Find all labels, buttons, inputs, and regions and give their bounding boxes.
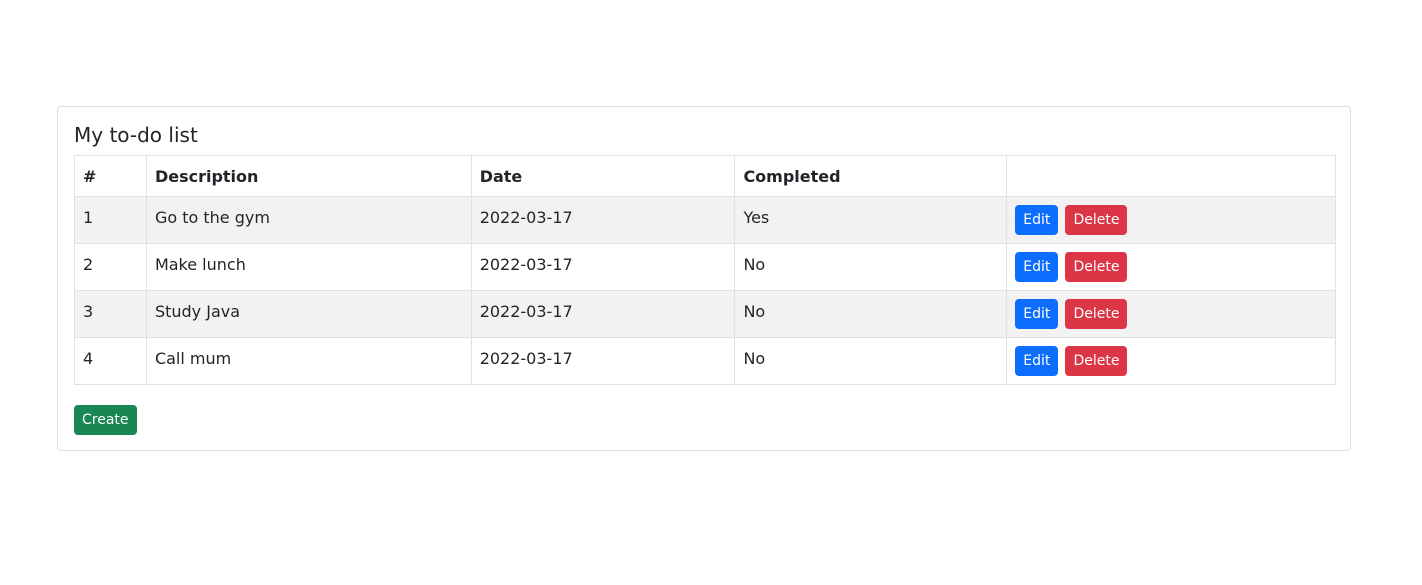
row-actions: Edit Delete	[1006, 337, 1336, 385]
delete-button[interactable]: Delete	[1065, 346, 1128, 376]
row-completed: No	[734, 290, 1008, 338]
header-number: #	[74, 155, 147, 197]
table-row: 2 Make lunch 2022-03-17 No Edit Delete	[74, 243, 1336, 291]
edit-button[interactable]: Edit	[1015, 205, 1059, 235]
table-row: 3 Study Java 2022-03-17 No Edit Delete	[74, 290, 1336, 338]
row-description: Study Java	[145, 290, 472, 338]
edit-button[interactable]: Edit	[1015, 299, 1059, 329]
header-completed: Completed	[734, 155, 1008, 197]
table-row: 4 Call mum 2022-03-17 No Edit Delete	[74, 337, 1336, 385]
row-actions: Edit Delete	[1006, 243, 1336, 291]
row-date: 2022-03-17	[470, 290, 736, 338]
row-date: 2022-03-17	[470, 243, 736, 291]
row-date: 2022-03-17	[470, 337, 736, 385]
row-completed: No	[734, 337, 1008, 385]
table-row: 1 Go to the gym 2022-03-17 Yes Edit Dele…	[74, 196, 1336, 244]
delete-button[interactable]: Delete	[1065, 252, 1128, 282]
todo-table: # Description Date Completed 1 Go to the…	[74, 155, 1336, 385]
row-number: 2	[74, 243, 147, 291]
row-number: 4	[74, 337, 147, 385]
header-date: Date	[470, 155, 736, 197]
header-actions	[1006, 155, 1336, 197]
delete-button[interactable]: Delete	[1065, 205, 1128, 235]
row-description: Make lunch	[145, 243, 472, 291]
edit-button[interactable]: Edit	[1015, 346, 1059, 376]
header-description: Description	[145, 155, 472, 197]
edit-button[interactable]: Edit	[1015, 252, 1059, 282]
row-completed: Yes	[734, 196, 1008, 244]
row-description: Go to the gym	[145, 196, 472, 244]
row-description: Call mum	[145, 337, 472, 385]
row-number: 3	[74, 290, 147, 338]
row-actions: Edit Delete	[1006, 196, 1336, 244]
card-title: My to-do list	[74, 123, 198, 147]
todo-card: My to-do list # Description Date Complet…	[57, 106, 1351, 451]
row-date: 2022-03-17	[470, 196, 736, 244]
delete-button[interactable]: Delete	[1065, 299, 1128, 329]
row-actions: Edit Delete	[1006, 290, 1336, 338]
create-button[interactable]: Create	[74, 405, 137, 435]
table-header-row: # Description Date Completed	[74, 155, 1336, 197]
row-number: 1	[74, 196, 147, 244]
row-completed: No	[734, 243, 1008, 291]
